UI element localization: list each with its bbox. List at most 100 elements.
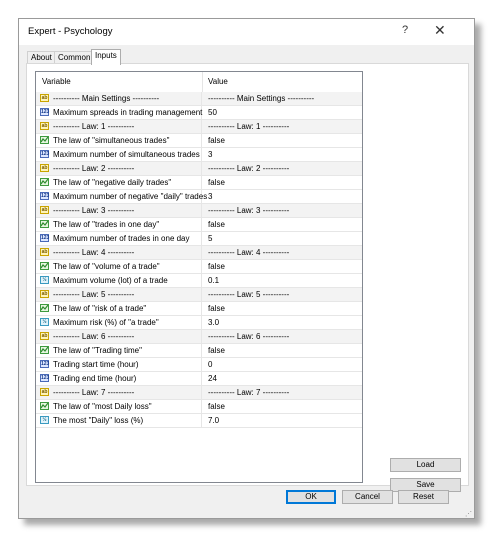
value-cell[interactable]: 0.1 xyxy=(203,274,362,287)
table-row[interactable]: ½ Maximum risk (%) of "a trade" 3.0 xyxy=(36,316,362,330)
table-row[interactable]: ab ---------- Law: 1 ---------- ----------… xyxy=(36,120,362,134)
variable-cell[interactable]: The law of "Trading time" xyxy=(36,344,202,357)
value-text: ---------- Law: 1 ---------- xyxy=(208,122,290,131)
value-cell[interactable]: 50 xyxy=(203,106,362,119)
table-row[interactable]: 123 Trading start time (hour) 0 xyxy=(36,358,362,372)
value-cell[interactable]: false xyxy=(203,134,362,147)
table-row[interactable]: The law of "risk of a trade" false xyxy=(36,302,362,316)
integer-type-icon: 123 xyxy=(40,234,50,242)
value-cell[interactable]: ---------- Law: 5 ---------- xyxy=(203,288,362,301)
table-row[interactable]: The law of "volume of a trade" false xyxy=(36,260,362,274)
variable-cell[interactable]: The law of "volume of a trade" xyxy=(36,260,202,273)
variable-cell[interactable]: ab ---------- Law: 2 ---------- xyxy=(36,162,202,175)
value-cell[interactable]: ---------- Law: 6 ---------- xyxy=(203,330,362,343)
variable-cell[interactable]: The law of "most Daily loss" xyxy=(36,400,202,413)
value-cell[interactable]: false xyxy=(203,260,362,273)
column-divider[interactable] xyxy=(202,72,203,92)
variable-cell[interactable]: ab ---------- Law: 3 ---------- xyxy=(36,204,202,217)
boolean-type-icon xyxy=(40,262,49,270)
table-row[interactable]: ½ Maximum volume (lot) of a trade 0.1 xyxy=(36,274,362,288)
help-button[interactable]: ? xyxy=(402,24,408,36)
variable-cell[interactable]: 123 Maximum spreads in trading management xyxy=(36,106,202,119)
value-cell[interactable]: 3.0 xyxy=(203,316,362,329)
variable-cell[interactable]: The law of "risk of a trade" xyxy=(36,302,202,315)
variable-cell[interactable]: ab ---------- Law: 5 ---------- xyxy=(36,288,202,301)
variable-label: The law of "simultaneous trades" xyxy=(53,136,170,145)
value-cell[interactable]: false xyxy=(203,176,362,189)
variable-cell[interactable]: ab ---------- Law: 1 ---------- xyxy=(36,120,202,133)
table-row[interactable]: ab ---------- Main Settings ---------- ---… xyxy=(36,92,362,106)
variable-label: ---------- Main Settings ---------- xyxy=(53,94,160,103)
variable-label: Maximum number of negative "daily" trade… xyxy=(53,192,208,201)
value-cell[interactable]: false xyxy=(203,302,362,315)
variable-cell[interactable]: ½ The most "Daily" loss (%) xyxy=(36,414,202,427)
variable-cell[interactable]: ab ---------- Main Settings ---------- xyxy=(36,92,202,105)
title-bar: Expert - Psychology ? ✕ xyxy=(19,19,474,45)
variable-cell[interactable]: 123 Maximum number of negative "daily" tr… xyxy=(36,190,207,203)
variable-cell[interactable]: 123 Trading start time (hour) xyxy=(36,358,202,371)
variable-label: ---------- Law: 2 ---------- xyxy=(53,164,135,173)
close-button[interactable]: ✕ xyxy=(434,22,446,39)
table-row[interactable]: 123 Maximum number of simultaneous trades… xyxy=(36,148,362,162)
table-row[interactable]: The law of "most Daily loss" false xyxy=(36,400,362,414)
table-row[interactable]: The law of "Trading time" false xyxy=(36,344,362,358)
value-cell[interactable]: ---------- Law: 2 ---------- xyxy=(203,162,362,175)
table-row[interactable]: ab ---------- Law: 7 ---------- ----------… xyxy=(36,386,362,400)
value-cell[interactable]: ---------- Law: 1 ---------- xyxy=(203,120,362,133)
column-header-value[interactable]: Value xyxy=(208,77,228,86)
value-cell[interactable]: false xyxy=(203,400,362,413)
value-cell[interactable]: ---------- Law: 7 ---------- xyxy=(203,386,362,399)
variable-cell[interactable]: 123 Maximum number of trades in one day xyxy=(36,232,202,245)
boolean-type-icon xyxy=(40,402,49,410)
variable-cell[interactable]: ab ---------- Law: 4 ---------- xyxy=(36,246,202,259)
table-row[interactable]: ab ---------- Law: 2 ---------- ----------… xyxy=(36,162,362,176)
string-type-icon: ab xyxy=(40,248,49,256)
value-cell[interactable]: 7.0 xyxy=(203,414,362,427)
cancel-button[interactable]: Cancel xyxy=(342,490,393,504)
load-button[interactable]: Load xyxy=(390,458,461,472)
value-cell[interactable]: ---------- Law: 3 ---------- xyxy=(203,204,362,217)
table-row[interactable]: 123 Maximum number of negative "daily" tr… xyxy=(36,190,362,204)
variable-label: The law of "volume of a trade" xyxy=(53,262,160,271)
value-cell[interactable]: false xyxy=(203,218,362,231)
variable-cell[interactable]: The law of "trades in one day" xyxy=(36,218,202,231)
table-row[interactable]: 123 Trading end time (hour) 24 xyxy=(36,372,362,386)
variable-cell[interactable]: The law of "negative daily trades" xyxy=(36,176,202,189)
variable-cell[interactable]: ½ Maximum volume (lot) of a trade xyxy=(36,274,202,287)
value-cell[interactable]: 0 xyxy=(203,358,362,371)
column-header-variable[interactable]: Variable xyxy=(42,77,71,86)
boolean-type-icon xyxy=(40,346,49,354)
table-row[interactable]: The law of "simultaneous trades" false xyxy=(36,134,362,148)
value-cell[interactable]: ---------- Law: 4 ---------- xyxy=(203,246,362,259)
resize-grip[interactable]: ⋰ xyxy=(465,510,472,518)
value-text: ---------- Law: 3 ---------- xyxy=(208,206,290,215)
value-cell[interactable]: 5 xyxy=(203,232,362,245)
table-row[interactable]: The law of "negative daily trades" false xyxy=(36,176,362,190)
tab-inputs[interactable]: Inputs xyxy=(91,49,121,65)
variable-label: ---------- Law: 7 ---------- xyxy=(53,388,135,397)
value-cell[interactable]: 24 xyxy=(203,372,362,385)
table-row[interactable]: 123 Maximum number of trades in one day 5 xyxy=(36,232,362,246)
value-cell[interactable]: false xyxy=(203,344,362,357)
variable-label: Maximum number of trades in one day xyxy=(53,234,190,243)
value-cell[interactable]: ---------- Main Settings ---------- xyxy=(203,92,362,105)
table-row[interactable]: ab ---------- Law: 4 ---------- ----------… xyxy=(36,246,362,260)
table-row[interactable]: 123 Maximum spreads in trading management… xyxy=(36,106,362,120)
variable-cell[interactable]: ab ---------- Law: 6 ---------- xyxy=(36,330,202,343)
variable-cell[interactable]: ab ---------- Law: 7 ---------- xyxy=(36,386,202,399)
variable-cell[interactable]: The law of "simultaneous trades" xyxy=(36,134,202,147)
table-row[interactable]: ½ The most "Daily" loss (%) 7.0 xyxy=(36,414,362,428)
variable-cell[interactable]: 123 Trading end time (hour) xyxy=(36,372,202,385)
integer-type-icon: 123 xyxy=(40,192,50,200)
ok-button[interactable]: OK xyxy=(286,490,336,504)
table-row[interactable]: ab ---------- Law: 3 ---------- ----------… xyxy=(36,204,362,218)
value-cell[interactable]: 3 xyxy=(203,190,362,203)
value-cell[interactable]: 3 xyxy=(203,148,362,161)
inputs-grid[interactable]: Variable Value ab ---------- Main Setting… xyxy=(35,71,363,483)
reset-button[interactable]: Reset xyxy=(398,490,449,504)
table-row[interactable]: ab ---------- Law: 6 ---------- ----------… xyxy=(36,330,362,344)
variable-cell[interactable]: ½ Maximum risk (%) of "a trade" xyxy=(36,316,202,329)
table-row[interactable]: ab ---------- Law: 5 ---------- ----------… xyxy=(36,288,362,302)
variable-cell[interactable]: 123 Maximum number of simultaneous trades xyxy=(36,148,202,161)
table-row[interactable]: The law of "trades in one day" false xyxy=(36,218,362,232)
